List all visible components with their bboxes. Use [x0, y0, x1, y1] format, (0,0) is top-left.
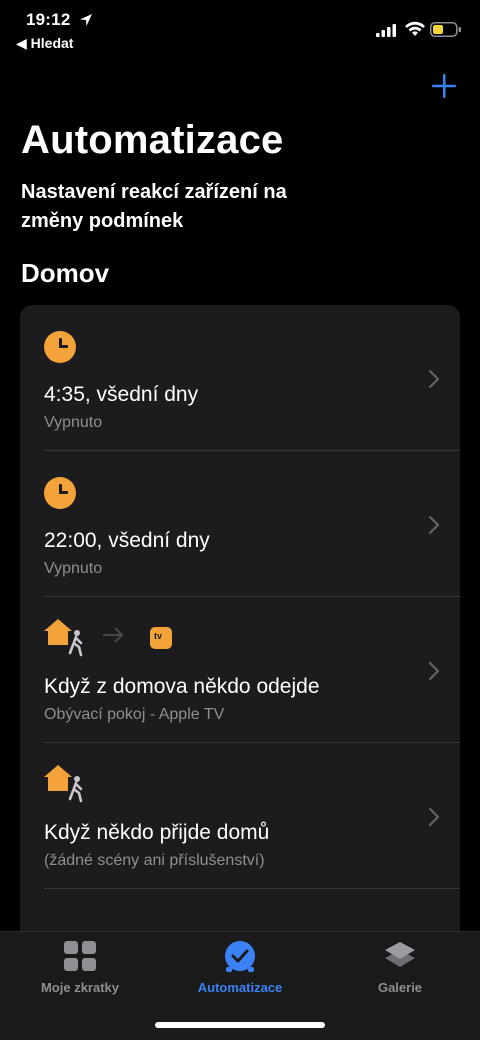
automation-row[interactable]: 22:00, všední dny Vypnuto [20, 451, 460, 597]
automation-status: Obývací pokoj - Apple TV [44, 706, 225, 723]
page-subtitle: Nastavení reakcí zařízení na změny podmí… [21, 181, 287, 232]
status-time: 19:12 [26, 10, 71, 29]
tab-gallery[interactable]: Galerie [320, 940, 480, 995]
automation-title: 22:00, všední dny [44, 529, 210, 552]
chevron-right-icon [428, 369, 440, 389]
automation-title: 4:35, všední dny [44, 383, 199, 406]
section-title-home: Domov [21, 258, 110, 288]
automation-status: (žádné scény ani příslušenství) [44, 852, 265, 869]
chevron-right-icon [428, 515, 440, 535]
tab-label: Galerie [377, 980, 423, 995]
tab-label: Automatizace [197, 980, 283, 995]
add-automation-plus-icon[interactable] [428, 70, 460, 102]
clock-icon [44, 331, 76, 363]
back-to-search-link[interactable]: ◀ Hledat [16, 35, 73, 52]
automation-status: Vypnuto [44, 560, 103, 577]
automation-title: Když z domova někdo odejde [44, 675, 320, 698]
automation-status: Vypnuto [44, 414, 103, 431]
layers-icon [385, 942, 415, 967]
tab-label: Moje zkratky [40, 980, 120, 995]
home-person-arrive-icon [44, 765, 83, 803]
battery-icon [430, 22, 461, 37]
status-bar: 19:12 ◀ Hledat [0, 0, 480, 51]
location-arrow-icon [80, 14, 92, 26]
automation-list: 4:35, všední dny Vypnuto 22:00, všední d… [20, 305, 460, 945]
clock-icon [44, 477, 76, 509]
apple-tv-icon: tv [150, 627, 172, 649]
automation-row[interactable]: 4:35, všední dny Vypnuto [20, 305, 460, 451]
chevron-right-icon [428, 661, 440, 681]
clock-check-icon [225, 941, 255, 972]
chevron-right-icon [428, 807, 440, 827]
home-indicator[interactable] [155, 1022, 325, 1028]
grid-icon [64, 941, 96, 971]
arrow-right-icon [103, 627, 124, 643]
cellular-signal-icon [376, 24, 396, 37]
automation-row[interactable]: tv Když z domova někdo odejde Obývací po… [20, 597, 460, 743]
home-person-leave-icon [44, 619, 83, 657]
automation-title: Když někdo přijde domů [44, 821, 270, 844]
page-title: Automatizace [21, 118, 284, 162]
automation-row[interactable]: Když někdo přijde domů (žádné scény ani … [20, 743, 460, 889]
wifi-icon [405, 21, 425, 36]
tab-my-shortcuts[interactable]: Moje zkratky [0, 940, 160, 995]
tab-automation[interactable]: Automatizace [160, 940, 320, 995]
